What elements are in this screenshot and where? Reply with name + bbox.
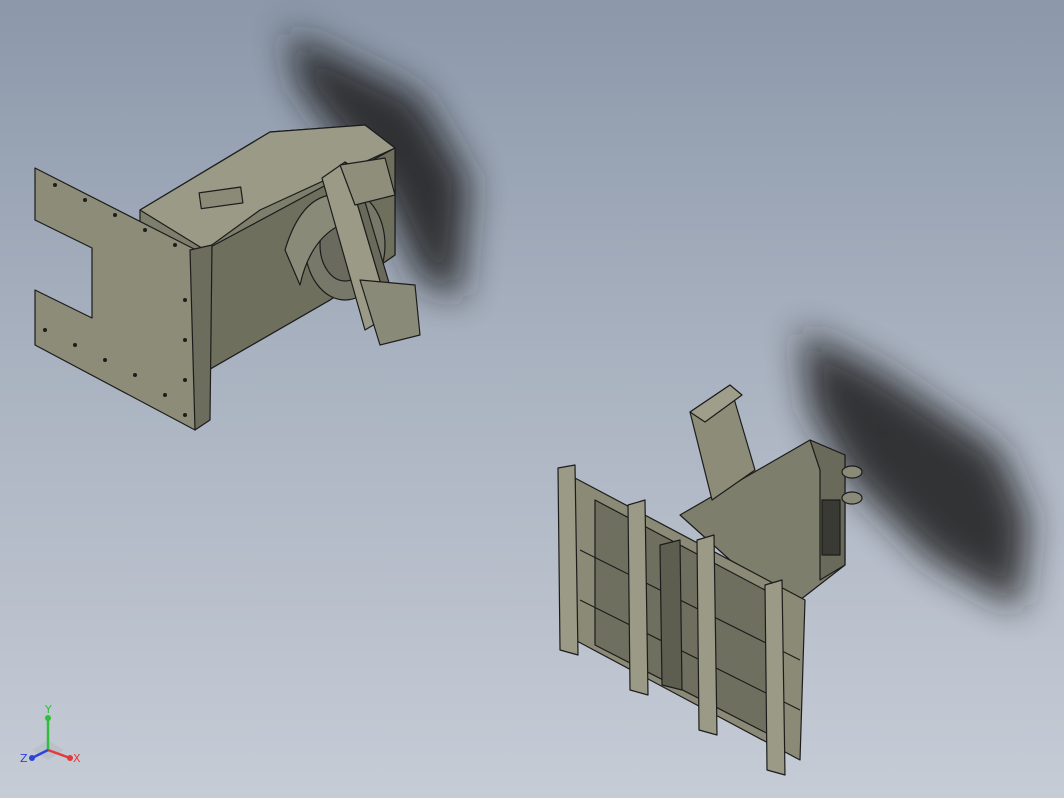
coordinate-triad: Y X Z xyxy=(20,703,81,765)
z-axis-label: Z xyxy=(20,752,28,765)
graphics-viewport[interactable]: Y X Z xyxy=(0,0,1064,798)
model-scene[interactable] xyxy=(0,0,1064,798)
right-assembly[interactable] xyxy=(557,384,863,776)
left-assembly[interactable] xyxy=(34,124,421,431)
y-axis-label: Y xyxy=(44,703,52,716)
z-axis-tip xyxy=(29,755,35,761)
x-axis-label: X xyxy=(73,752,81,765)
